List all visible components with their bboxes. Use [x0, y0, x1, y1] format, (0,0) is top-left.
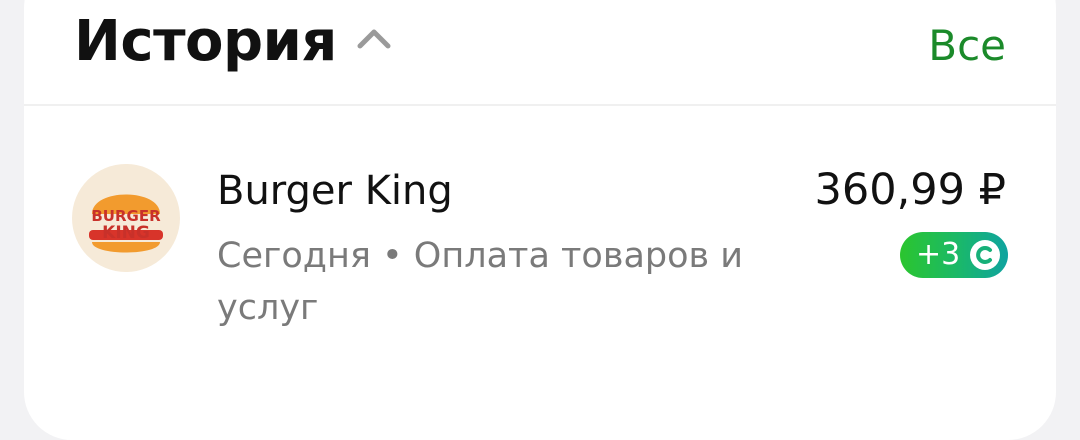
burger-king-logo: BURGER KING	[72, 164, 180, 272]
transaction-amount: 360,99 ₽	[814, 165, 1006, 215]
logo-text-bottom: KING	[102, 223, 150, 243]
merchant-name: Burger King	[217, 168, 453, 214]
transaction-row[interactable]: BURGER KING Burger King Сегодня • Оплата…	[24, 150, 1056, 350]
chevron-up-icon[interactable]	[356, 26, 392, 50]
bonus-value: +3	[916, 237, 961, 272]
transaction-details: Сегодня • Оплата товаров и услуг	[217, 236, 744, 328]
see-all-link[interactable]: Все	[928, 18, 1006, 74]
history-card: История Все BURGER KING Burger King Сего…	[24, 0, 1056, 440]
divider	[24, 104, 1056, 106]
history-header: История Все	[24, 0, 1056, 104]
sber-coin-icon	[970, 240, 1000, 270]
history-title: История	[74, 9, 337, 74]
bonus-badge: +3	[900, 232, 1008, 278]
